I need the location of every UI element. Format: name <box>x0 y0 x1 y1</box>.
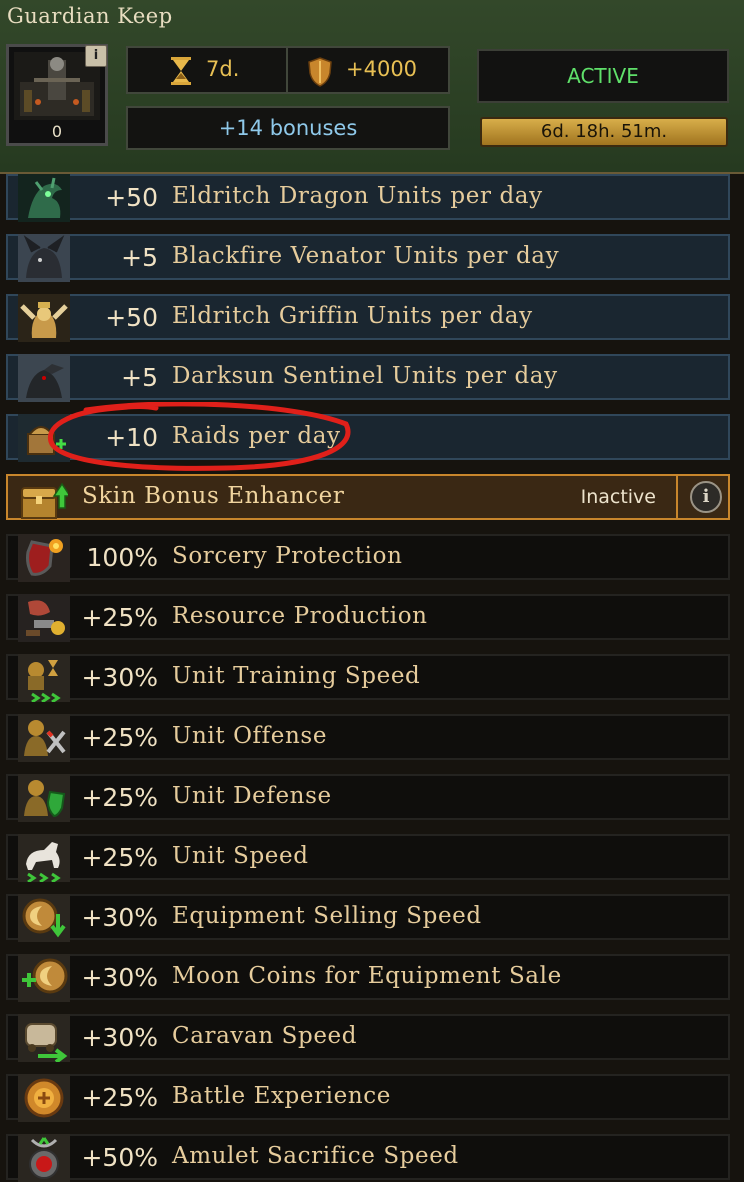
annotation-circle <box>48 402 351 471</box>
unit-bonus-label: Eldritch Griffin Units per day <box>172 303 533 329</box>
bonus-row[interactable]: +25% Unit Offense <box>6 714 730 762</box>
bonus-value: +30% <box>81 663 158 692</box>
unit-bonus-value: +5 <box>121 363 158 392</box>
unit-bonus-row[interactable]: +50 Eldritch Griffin Units per day <box>6 294 730 342</box>
bonus-value: +25% <box>81 843 158 872</box>
dragon-icon <box>18 174 70 222</box>
keep-portrait[interactable]: i 0 <box>6 44 108 146</box>
portrait-count: 0 <box>51 122 63 141</box>
keep-header: Guardian Keep i 0 7d. +4000 +14 bonuses … <box>0 0 744 174</box>
bonus-row[interactable]: +25% Battle Experience <box>6 1074 730 1122</box>
shield-icon <box>308 57 332 87</box>
bonus-row[interactable]: +25% Unit Speed <box>6 834 730 882</box>
skin-bonus-enhancer-label: Skin Bonus Enhancer <box>82 483 345 509</box>
bonus-value: +25% <box>81 603 158 632</box>
defense-icon <box>18 774 70 822</box>
status-badge: ACTIVE <box>477 49 729 103</box>
bonus-row[interactable]: +25% Unit Defense <box>6 774 730 822</box>
bonus-label: Battle Experience <box>172 1083 391 1109</box>
moon-coin-plus-icon <box>18 954 70 1002</box>
bonus-value: +50% <box>81 1143 158 1172</box>
bonus-label: Unit Offense <box>172 723 328 749</box>
unit-bonus-label: Eldritch Dragon Units per day <box>172 183 543 209</box>
keep-title: Guardian Keep <box>7 4 173 28</box>
bonus-row[interactable]: +30% Caravan Speed <box>6 1014 730 1062</box>
unit-bonus-row[interactable]: +5 Blackfire Venator Units per day <box>6 234 730 282</box>
sorcery-shield-icon <box>18 534 70 582</box>
bonus-row[interactable]: +50% Amulet Sacrifice Speed <box>6 1134 730 1182</box>
unit-bonus-label: Blackfire Venator Units per day <box>172 243 560 269</box>
unit-bonus-value: +5 <box>121 243 158 272</box>
unit-bonus-row[interactable]: +5 Darksun Sentinel Units per day <box>6 354 730 402</box>
bonus-label: Caravan Speed <box>172 1023 358 1049</box>
hourglass-icon <box>171 57 191 85</box>
portrait-info-button[interactable]: i <box>85 45 107 67</box>
horse-speed-icon <box>18 834 70 882</box>
bonus-label: Sorcery Protection <box>172 543 403 569</box>
skin-enhancer-info-button[interactable]: i <box>690 481 722 513</box>
bonus-value: 100% <box>86 543 158 572</box>
unit-bonus-value: +50 <box>105 303 158 332</box>
bonus-label: Equipment Selling Speed <box>172 903 482 929</box>
bonus-value: +25% <box>81 783 158 812</box>
bonus-label: Unit Speed <box>172 843 309 869</box>
unit-bonus-value: +50 <box>105 183 158 212</box>
bonus-label: Unit Training Speed <box>172 663 421 689</box>
duration-value: 7d. <box>206 57 240 81</box>
bonuses-button[interactable]: +14 bonuses <box>126 106 450 150</box>
bonus-value: +25% <box>81 1083 158 1112</box>
remaining-timer: 6d. 18h. 51m. <box>480 117 728 147</box>
resources-icon <box>18 594 70 642</box>
bonus-row[interactable]: 100% Sorcery Protection <box>6 534 730 582</box>
skin-enhancer-status: Inactive <box>580 486 656 508</box>
bonus-label: Amulet Sacrifice Speed <box>172 1143 459 1169</box>
moon-coin-down-icon <box>18 894 70 942</box>
bonus-row[interactable]: +30% Equipment Selling Speed <box>6 894 730 942</box>
bonus-row[interactable]: +25% Resource Production <box>6 594 730 642</box>
sentinel-icon <box>18 354 70 402</box>
bonus-label: Moon Coins for Equipment Sale <box>172 963 562 989</box>
power-value: +4000 <box>346 57 418 81</box>
bonus-row[interactable]: +30% Unit Training Speed <box>6 654 730 702</box>
griffin-icon <box>18 294 70 342</box>
chest-upgrade-icon <box>21 482 68 519</box>
power-box: +4000 <box>286 46 450 94</box>
bonus-value: +25% <box>81 723 158 752</box>
bonus-value: +30% <box>81 1023 158 1052</box>
caravan-icon <box>18 1014 70 1062</box>
bonus-label: Unit Defense <box>172 783 332 809</box>
bonus-label: Resource Production <box>172 603 428 629</box>
bonus-row[interactable]: +30% Moon Coins for Equipment Sale <box>6 954 730 1002</box>
unit-bonus-row[interactable]: +50 Eldritch Dragon Units per day <box>6 174 730 222</box>
bonus-value: +30% <box>81 903 158 932</box>
unit-bonus-label: Darksun Sentinel Units per day <box>172 363 558 389</box>
experience-icon <box>18 1074 70 1122</box>
amulet-icon <box>18 1134 70 1182</box>
duration-box: 7d. <box>126 46 288 94</box>
training-speed-icon <box>18 654 70 702</box>
bonus-value: +30% <box>81 963 158 992</box>
skin-bonus-enhancer-row[interactable]: Skin Bonus Enhancer Inactive i <box>6 474 730 520</box>
offense-icon <box>18 714 70 762</box>
venator-icon <box>18 234 70 282</box>
separator <box>676 476 678 518</box>
